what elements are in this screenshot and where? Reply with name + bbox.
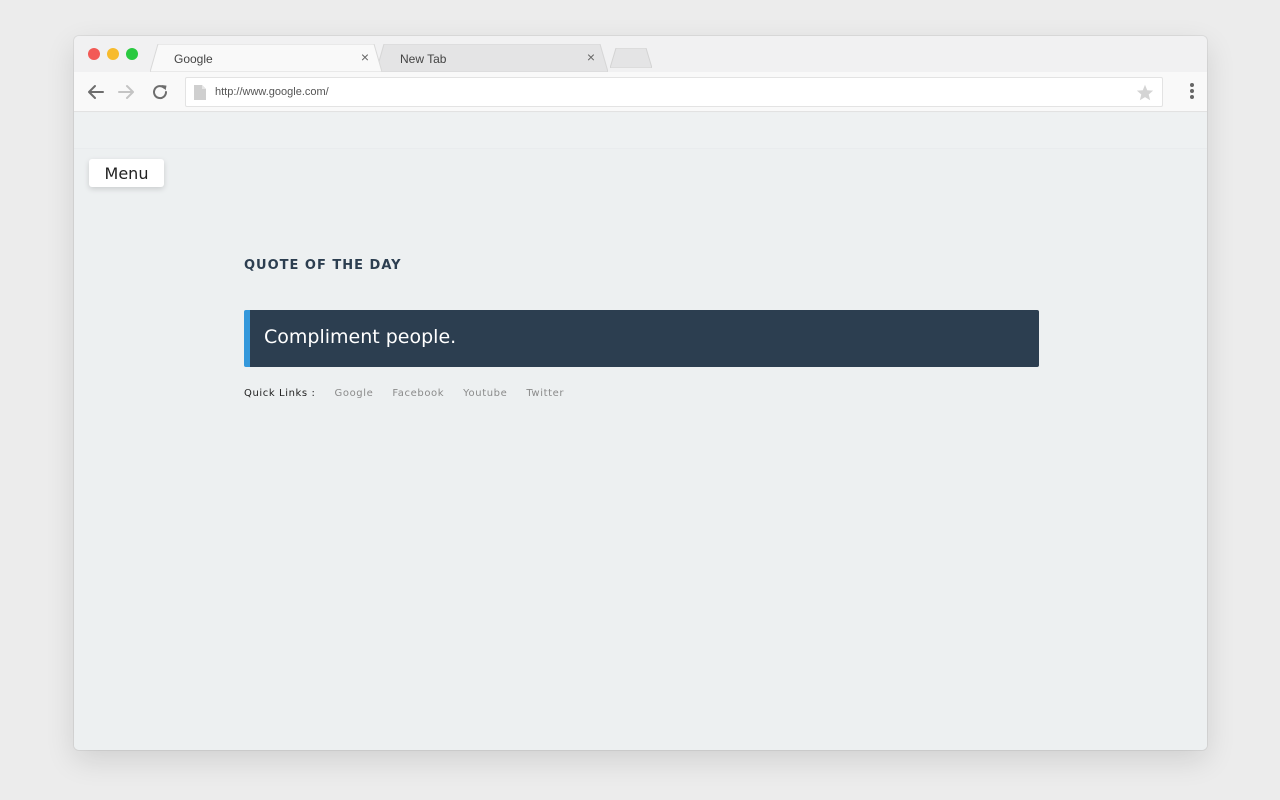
document-icon	[194, 85, 206, 100]
tab-title: Google	[174, 52, 213, 66]
reload-icon	[153, 85, 168, 100]
close-tab-icon[interactable]: ×	[358, 50, 372, 64]
star-icon[interactable]	[1136, 84, 1154, 101]
quick-links-label: Quick Links :	[244, 388, 316, 399]
minimize-window-button[interactable]	[107, 48, 119, 60]
tab-google[interactable]: Google ×	[150, 44, 382, 72]
page-content: Menu QUOTE OF THE DAY Compliment people.…	[74, 113, 1207, 750]
maximize-window-button[interactable]	[126, 48, 138, 60]
arrow-left-icon	[88, 85, 104, 99]
quick-links: Quick Links : Google Facebook Youtube Tw…	[244, 388, 583, 399]
browser-window: Google × New Tab × http://www.google.com…	[74, 36, 1207, 750]
arrow-right-icon	[118, 85, 134, 99]
quick-link-twitter[interactable]: Twitter	[526, 388, 564, 399]
tab-title: New Tab	[400, 52, 447, 66]
browser-toolbar: http://www.google.com/	[74, 72, 1207, 112]
quick-link-google[interactable]: Google	[335, 388, 374, 399]
kebab-menu-icon[interactable]	[1189, 83, 1195, 101]
quote-box: Compliment people.	[244, 310, 1039, 367]
address-bar[interactable]: http://www.google.com/	[185, 77, 1163, 107]
quick-link-youtube[interactable]: Youtube	[463, 388, 507, 399]
new-tab-shape	[610, 48, 652, 68]
url-text: http://www.google.com/	[215, 86, 329, 98]
header-band	[74, 113, 1207, 149]
reload-button[interactable]	[148, 80, 172, 104]
tab-strip: Google × New Tab ×	[74, 36, 1207, 72]
back-button[interactable]	[83, 80, 107, 104]
forward-button[interactable]	[115, 80, 139, 104]
tab-new-tab[interactable]: New Tab ×	[376, 44, 608, 72]
menu-button[interactable]: Menu	[89, 159, 164, 187]
new-tab-button[interactable]	[610, 48, 652, 68]
close-tab-icon[interactable]: ×	[584, 50, 598, 64]
close-window-button[interactable]	[88, 48, 100, 60]
quote-text: Compliment people.	[264, 326, 457, 348]
quick-link-facebook[interactable]: Facebook	[392, 388, 444, 399]
quote-heading: QUOTE OF THE DAY	[244, 258, 402, 273]
